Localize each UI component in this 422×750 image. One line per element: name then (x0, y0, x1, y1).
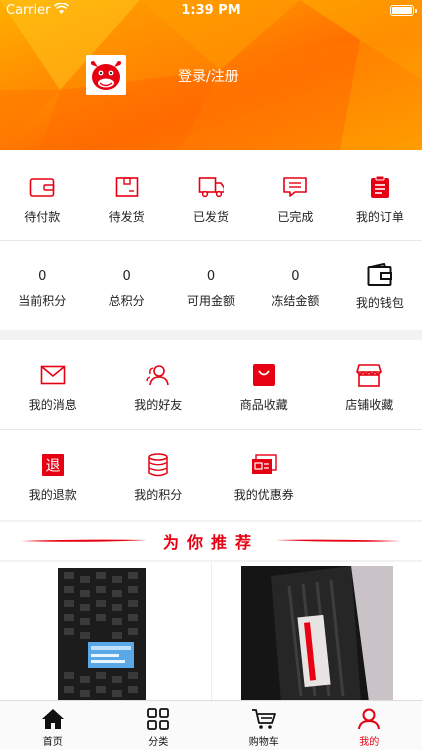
grid-icon (147, 708, 170, 730)
asset-label: 当前积分 (18, 294, 67, 308)
wallet-card-icon (29, 174, 55, 200)
available-balance-value: 0 (206, 269, 216, 284)
right-brush-stroke (275, 539, 401, 542)
store-favorites-button[interactable]: 店铺收藏 (317, 362, 422, 413)
service-label: 我的好友 (134, 398, 183, 412)
product-divider (211, 562, 212, 702)
order-label: 已完成 (277, 210, 314, 224)
service-label: 我的退款 (28, 488, 77, 502)
order-status-section: 待付款 待发货 已发货 已完成 我的订单 (0, 150, 422, 240)
shipped-button[interactable]: 已发货 (169, 174, 253, 225)
product-card[interactable] (58, 568, 146, 702)
my-orders-button[interactable]: 我的订单 (338, 174, 422, 225)
profile-screen: Carrier 1:39 PM 登录/注册 待付款 待发货 已发货 已完成 我的… (0, 0, 422, 750)
tab-category[interactable]: 分类 (106, 701, 212, 750)
asset-label: 可用金额 (187, 294, 236, 308)
truck-icon (198, 174, 225, 200)
tab-label: 首页 (42, 737, 63, 748)
package-box-icon (114, 174, 140, 200)
pending-payment-button[interactable]: 待付款 (0, 174, 84, 225)
divider (0, 429, 422, 430)
tab-mine[interactable]: 我的 (317, 701, 422, 750)
services-section: 我的消息 我的好友 商品收藏 店铺收藏 退 我的退款 我的积分 我的优惠券 (0, 340, 422, 520)
my-messages-button[interactable]: 我的消息 (0, 362, 106, 413)
envelope-icon (40, 362, 66, 388)
service-label: 商品收藏 (239, 398, 288, 412)
service-label: 我的消息 (28, 398, 77, 412)
my-points-button[interactable]: 我的积分 (106, 452, 212, 503)
home-icon (41, 709, 64, 729)
tab-label: 购物车 (248, 737, 279, 748)
login-register-link[interactable]: 登录/注册 (178, 66, 239, 86)
order-label: 已发货 (193, 210, 230, 224)
frozen-balance-value: 0 (291, 269, 300, 284)
service-label: 店铺收藏 (345, 398, 394, 412)
friends-icon (145, 362, 171, 388)
order-label: 待发货 (108, 210, 145, 224)
profile-header: Carrier 1:39 PM 登录/注册 (0, 0, 422, 150)
current-points-item[interactable]: 0 当前积分 (0, 266, 84, 311)
my-refunds-button[interactable]: 退 我的退款 (0, 452, 106, 503)
available-balance-item[interactable]: 0 可用金额 (169, 266, 253, 311)
asset-label: 我的钱包 (355, 296, 404, 310)
tab-cart[interactable]: 购物车 (211, 701, 317, 750)
left-brush-stroke (20, 539, 147, 542)
total-points-item[interactable]: 0 总积分 (84, 266, 168, 311)
wallet-icon (367, 262, 393, 288)
tab-home[interactable]: 首页 (0, 701, 106, 750)
my-friends-button[interactable]: 我的好友 (106, 362, 212, 413)
my-coupons-button[interactable]: 我的优惠券 (211, 452, 317, 503)
shopping-bag-icon (251, 362, 277, 388)
asset-label: 冻结金额 (271, 294, 320, 308)
battery-icon (390, 5, 417, 16)
tire-product-image (241, 566, 393, 702)
status-bar: Carrier 1:39 PM (0, 0, 422, 22)
storefront-icon (356, 362, 383, 388)
cow-logo-icon[interactable] (86, 55, 126, 95)
order-label: 待付款 (24, 210, 61, 224)
my-wallet-button[interactable]: 我的钱包 (338, 262, 422, 311)
assets-section: 0 当前积分 0 总积分 0 可用金额 0 冻结金额 我的钱包 (0, 241, 422, 330)
recommend-title: 为你推荐 (162, 533, 259, 552)
recommend-banner: 为你推荐 (0, 522, 422, 560)
coupon-icon (251, 452, 277, 478)
coins-stack-icon (145, 452, 171, 478)
order-label: 我的订单 (355, 210, 404, 224)
total-points-value: 0 (122, 269, 131, 284)
tab-label: 分类 (148, 737, 169, 748)
tab-label: 我的 (359, 737, 380, 748)
svg-text:退: 退 (45, 457, 60, 475)
clock: 1:39 PM (181, 3, 241, 18)
cart-icon (251, 709, 276, 729)
product-card[interactable] (241, 566, 393, 702)
frozen-balance-item[interactable]: 0 冻结金额 (253, 266, 337, 311)
completed-button[interactable]: 已完成 (253, 174, 337, 225)
recommended-products (0, 562, 422, 702)
clipboard-order-icon (367, 174, 393, 200)
product-favorites-button[interactable]: 商品收藏 (211, 362, 317, 413)
person-icon (358, 708, 381, 730)
pending-shipment-button[interactable]: 待发货 (84, 174, 168, 225)
completed-message-icon (282, 174, 308, 200)
service-label: 我的优惠券 (233, 488, 294, 502)
current-points-value: 0 (38, 269, 47, 284)
service-label: 我的积分 (134, 488, 183, 502)
asset-label: 总积分 (108, 294, 145, 308)
tire-product-image (58, 568, 146, 702)
bottom-tab-bar: 首页 分类 购物车 我的 (0, 700, 422, 750)
refund-icon: 退 (40, 452, 66, 478)
